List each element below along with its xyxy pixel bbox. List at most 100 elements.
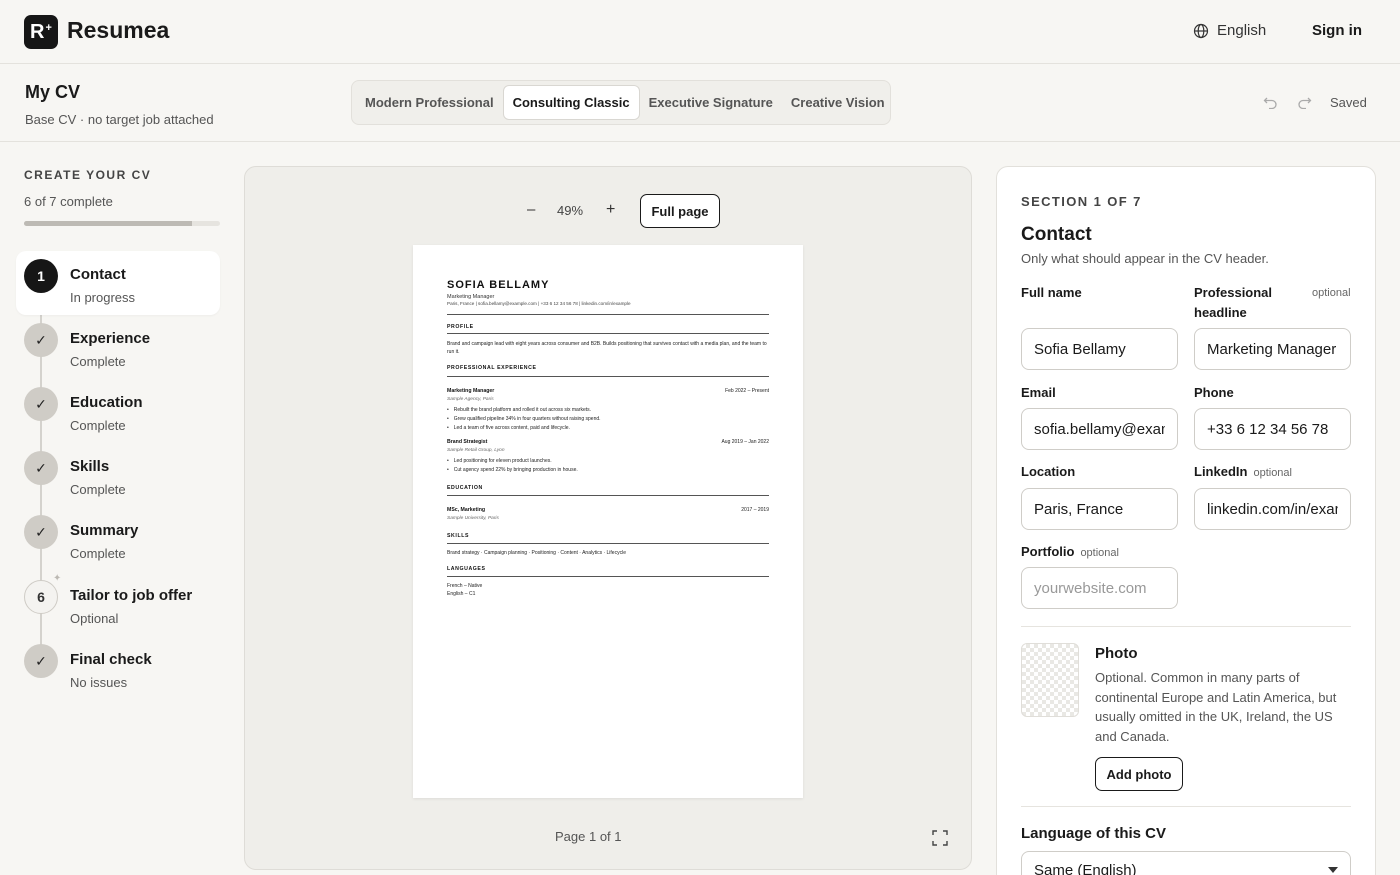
photo-placeholder[interactable]	[1021, 643, 1079, 717]
full-page-button[interactable]: Full page	[640, 194, 720, 228]
divider	[447, 333, 769, 334]
optional-tag: optional	[1253, 467, 1292, 479]
cv-school: Sample University, Paris	[447, 516, 499, 521]
check-icon: ✓	[24, 387, 58, 421]
phone-label: Phone	[1194, 385, 1234, 400]
zoom-out-button[interactable]: –	[527, 201, 535, 218]
step-final-check[interactable]: ✓ Final check No issues	[16, 636, 220, 700]
portfolio-label-text: Portfolio	[1021, 544, 1075, 559]
cv-degree: MSc, Marketing	[447, 507, 486, 513]
cv-section-heading: LANGUAGES	[447, 566, 486, 572]
portfolio-field[interactable]	[1021, 567, 1178, 609]
step-experience[interactable]: ✓ Experience Complete	[16, 315, 220, 379]
step-contact[interactable]: 1 Contact In progress	[16, 251, 220, 315]
divider	[447, 376, 769, 377]
cv-name: SOFIA BELLAMY	[447, 279, 550, 291]
document-header: My CV Base CV · no target job attached M…	[0, 64, 1400, 142]
divider	[1021, 806, 1351, 807]
step-label: Final check	[70, 651, 152, 668]
cv-language-item: English – C1	[447, 591, 476, 597]
section-counter: SECTION 1 OF 7	[1021, 194, 1142, 209]
brand-name[interactable]: Resumea	[67, 17, 169, 44]
step-status: Complete	[70, 354, 126, 369]
contact-form-panel: SECTION 1 OF 7 Contact Only what should …	[996, 166, 1376, 875]
add-photo-button[interactable]: Add photo	[1095, 757, 1183, 791]
cv-job-dates: Feb 2022 – Present	[725, 388, 769, 394]
cv-section-heading: PROFESSIONAL EXPERIENCE	[447, 365, 537, 371]
email-field[interactable]	[1021, 408, 1178, 450]
progress-fill	[24, 221, 192, 226]
step-number: 1	[24, 259, 58, 293]
check-icon: ✓	[24, 451, 58, 485]
cv-job-org: Sample Agency, Paris	[447, 397, 494, 402]
step-status: Complete	[70, 482, 126, 497]
cv-job-title: Brand Strategist	[447, 439, 488, 445]
divider	[1021, 626, 1351, 627]
save-status: Saved	[1330, 95, 1367, 110]
globe-icon	[1193, 23, 1209, 38]
step-status: Complete	[70, 418, 126, 433]
step-label: Skills	[70, 458, 110, 475]
step-tailor-to-job-offer[interactable]: 6 ✦ Tailor to job offer Optional	[16, 572, 220, 636]
cv-degree-dates: 2017 – 2019	[741, 507, 769, 513]
cv-skills: Brand strategy · Campaign planning · Pos…	[447, 550, 626, 556]
cv-bullet: Grew qualified pipeline 34% in four quar…	[447, 416, 601, 422]
tab-executive-signature[interactable]: Executive Signature	[640, 85, 782, 120]
tab-consulting-classic[interactable]: Consulting Classic	[502, 85, 640, 120]
chevron-down-icon	[1328, 867, 1338, 873]
expand-icon[interactable]	[932, 830, 948, 846]
zoom-in-button[interactable]: +	[606, 201, 615, 219]
language-switcher[interactable]: English	[1193, 22, 1266, 39]
cv-contact: Paris, France | sofia.bellamy@example.co…	[447, 301, 631, 306]
form-subtitle: Only what should appear in the CV header…	[1021, 251, 1269, 266]
optional-tag: optional	[1312, 287, 1351, 299]
phone-field[interactable]	[1194, 408, 1351, 450]
sidebar-title: CREATE YOUR CV	[24, 168, 152, 182]
step-status: Optional	[70, 611, 119, 626]
cv-bullet: Led positioning for eleven product launc…	[447, 458, 552, 464]
optional-tag: optional	[1080, 547, 1119, 559]
sign-in-link[interactable]: Sign in	[1312, 22, 1362, 39]
sparkle-icon: ✦	[53, 573, 62, 584]
cv-role: Marketing Manager	[447, 294, 495, 300]
step-label: Experience	[70, 330, 151, 347]
step-skills[interactable]: ✓ Skills Complete	[16, 443, 220, 507]
logo[interactable]: R +	[24, 15, 58, 49]
location-label: Location	[1021, 464, 1076, 479]
step-label: Summary	[70, 522, 139, 539]
cv-title[interactable]: My CV	[25, 82, 80, 103]
step-education[interactable]: ✓ Education Complete	[16, 379, 220, 443]
form-title: Contact	[1021, 224, 1092, 245]
check-icon: ✓	[24, 515, 58, 549]
cv-page[interactable]: SOFIA BELLAMY Marketing Manager Paris, F…	[413, 245, 803, 798]
headline-field[interactable]	[1194, 328, 1351, 370]
cv-language-label: Language of this CV	[1021, 825, 1167, 842]
redo-icon[interactable]	[1297, 94, 1312, 109]
step-summary[interactable]: ✓ Summary Complete	[16, 507, 220, 571]
photo-title: Photo	[1095, 645, 1138, 662]
undo-icon[interactable]	[1263, 94, 1278, 109]
cv-preview-panel: – 49% + Full page SOFIA BELLAMY Marketin…	[244, 166, 972, 870]
cv-subtitle: Base CV · no target job attached	[25, 112, 214, 127]
step-status: No issues	[70, 675, 128, 690]
cv-section-heading: SKILLS	[447, 533, 470, 539]
divider	[447, 576, 769, 577]
cv-bullet: Led a team of five across content, paid …	[447, 425, 570, 431]
step-label: Tailor to job offer	[70, 587, 193, 604]
step-number: 6	[24, 580, 58, 614]
step-label: Education	[70, 394, 143, 411]
full-name-label: Full name	[1021, 285, 1082, 300]
cv-language-select[interactable]: Same (English)	[1021, 851, 1351, 875]
step-status: Complete	[70, 546, 126, 561]
linkedin-field[interactable]	[1194, 488, 1351, 530]
tab-modern-professional[interactable]: Modern Professional	[356, 85, 503, 120]
progress-text: 6 of 7 complete	[24, 194, 113, 209]
zoom-level: 49%	[557, 203, 584, 218]
full-name-field[interactable]	[1021, 328, 1178, 370]
cv-job-dates: Aug 2019 – Jan 2022	[721, 439, 769, 445]
linkedin-label: LinkedIn optional	[1194, 462, 1292, 483]
location-field[interactable]	[1021, 488, 1178, 530]
cv-section-heading: PROFILE	[447, 324, 474, 330]
top-bar: R + Resumea English Sign in	[0, 0, 1400, 64]
tab-creative-vision[interactable]: Creative Vision	[782, 85, 894, 120]
